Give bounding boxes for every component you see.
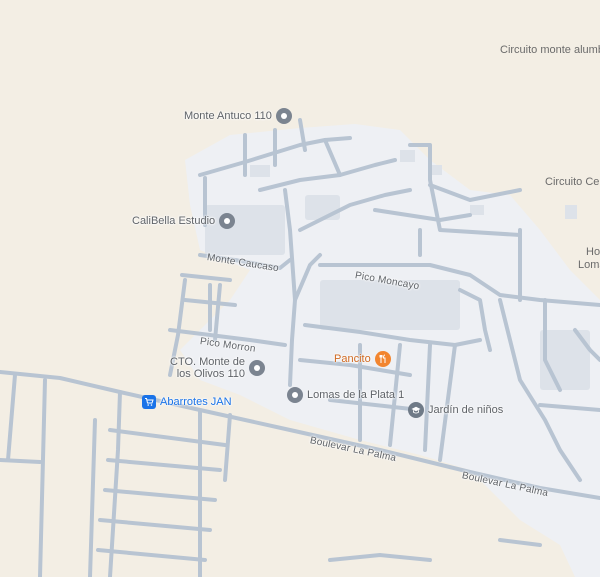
school-icon xyxy=(408,402,424,418)
poi-lomas-de-la-plata-1[interactable]: Lomas de la Plata 1 xyxy=(287,387,404,403)
poi-label: Abarrotes JAN xyxy=(160,396,232,408)
restaurant-icon xyxy=(374,351,391,367)
place-label-loma[interactable]: Loma xyxy=(578,259,600,271)
poi-jardin-de-ninos[interactable]: Jardín de niños xyxy=(408,402,503,418)
poi-label-line1: CTO. Monte de xyxy=(170,356,245,368)
poi-abarrotes-jan[interactable]: Abarrotes JAN xyxy=(142,395,232,409)
place-pin-icon xyxy=(275,108,292,124)
place-label-ho[interactable]: Ho xyxy=(586,246,600,258)
shopping-cart-icon xyxy=(142,395,156,409)
poi-label: CaliBella Estudio xyxy=(132,215,216,227)
map-canvas[interactable]: Circuito monte alumb Circuito Cer Ho Lom… xyxy=(0,0,600,577)
place-pin-icon xyxy=(249,360,265,376)
poi-label-line2: los Olivos 110 xyxy=(176,368,245,380)
poi-label: Lomas de la Plata 1 xyxy=(307,389,405,401)
place-label-circuito-monte-alumbrado[interactable]: Circuito monte alumb xyxy=(500,44,600,56)
poi-label: Monte Antuco 110 xyxy=(184,110,272,122)
poi-calibella-estudio[interactable]: CaliBella Estudio xyxy=(132,213,236,229)
poi-pancito[interactable]: Pancito xyxy=(334,351,391,367)
place-pin-icon xyxy=(287,387,303,403)
poi-label: CTO. Monte de los Olivos 110 xyxy=(170,356,245,380)
place-label-circuito-cer[interactable]: Circuito Cer xyxy=(545,176,600,188)
poi-label: Jardín de niños xyxy=(428,404,504,416)
poi-monte-antuco-110[interactable]: Monte Antuco 110 xyxy=(184,108,292,124)
poi-cto-monte-de-los-olivos[interactable]: CTO. Monte de los Olivos 110 xyxy=(170,356,265,380)
poi-label: Pancito xyxy=(334,353,371,365)
place-pin-icon xyxy=(219,213,236,229)
